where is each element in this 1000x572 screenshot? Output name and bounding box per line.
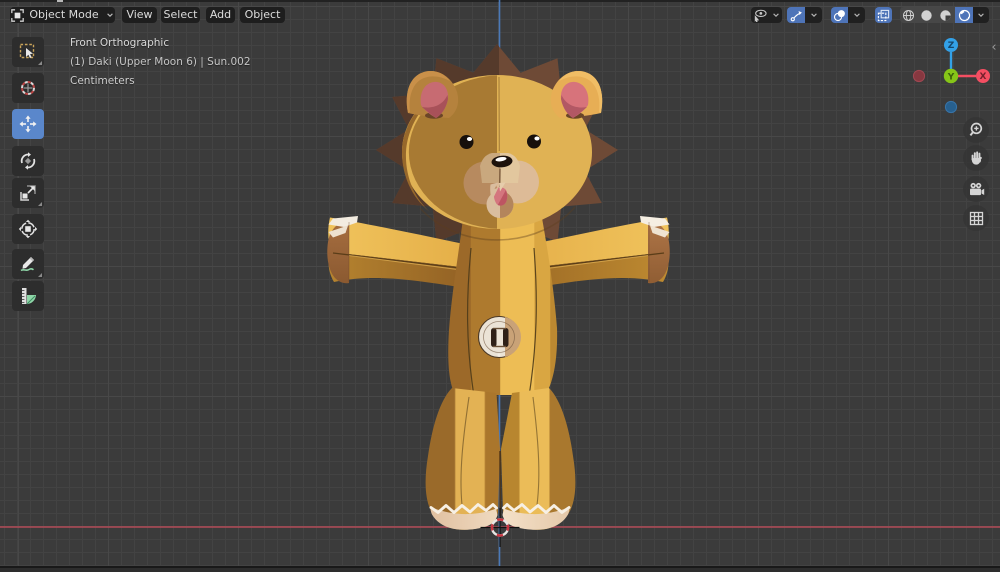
transform-tool-icon [18,219,38,238]
chevron-down-icon [772,13,779,17]
zoom-button[interactable] [963,117,989,143]
grid-icon [969,211,983,225]
mode-selector-label: Object Mode [29,8,99,21]
tool-annotate[interactable] [12,249,44,279]
camera-view-button[interactable] [963,176,989,202]
annotate-tool-icon [20,257,34,272]
blender-window: Object Mode View Select Add Object Front… [0,0,1000,572]
chevron-down-icon [810,13,817,17]
shading-mode-group [900,7,989,23]
viewport-active-object: (1) Daki (Upper Moon 6) | Sun.002 [70,56,251,68]
xray-icon [877,9,890,21]
shading-dropdown[interactable] [973,7,989,23]
eye-pointer-icon [754,9,767,22]
menu-add[interactable]: Add [206,7,235,23]
xray-toggle[interactable] [875,7,892,23]
gizmo-z-label: Z [948,41,955,51]
tool-select-box[interactable] [12,37,44,67]
viewport-units: Centimeters [70,75,135,87]
gizmo-icon [790,10,802,21]
object-mode-icon [11,8,25,22]
tool-measure[interactable] [12,281,44,311]
shading-material-button[interactable] [936,7,955,23]
sidebar-collapse-arrow[interactable]: ‹ [988,39,1000,57]
menu-select-label: Select [163,8,198,21]
rendered-shading-icon [958,9,970,21]
tool-move[interactable] [12,108,44,139]
timeline-editor-edge[interactable] [0,568,1000,572]
move-tool-icon [19,115,37,132]
gizmo-y-label: Y [947,72,955,82]
top-edge-artifact [57,0,63,2]
camera-icon [969,182,984,195]
scale-tool-icon [20,185,36,201]
menu-object-label: Object [244,8,281,21]
tool-scale[interactable] [12,178,44,208]
hand-icon [971,151,982,165]
menu-object[interactable]: Object [240,7,285,23]
gizmo-x-label: X [980,72,987,82]
perspective-toggle-button[interactable] [963,205,989,231]
zoom-icon [969,122,983,137]
measure-tool-icon [22,288,36,305]
chevron-down-icon [106,13,113,17]
visibility-control[interactable] [751,7,782,23]
gizmo-axis-z-neg[interactable] [944,100,958,114]
pan-button[interactable] [963,145,989,171]
top-editor-border [0,0,1000,2]
gizmo-axis-x-neg[interactable] [912,69,926,83]
tool-rotate[interactable] [12,146,44,176]
menu-view[interactable]: View [122,7,157,23]
menu-select[interactable]: Select [161,7,200,23]
tool-transform[interactable] [12,213,44,244]
viewport-3d[interactable] [0,0,1000,572]
cursor-tool-icon [21,80,35,95]
rotate-tool-icon [20,152,36,170]
chevron-down-icon [978,13,984,17]
solid-shading-icon [921,9,932,21]
material-preview-icon [940,9,951,21]
menu-add-label: Add [209,8,232,21]
wireframe-icon [902,9,915,21]
shading-solid-button[interactable] [917,7,936,23]
navigation-gizmo[interactable]: Z X Y [906,31,996,121]
mode-selector[interactable]: Object Mode [10,7,115,23]
tool-cursor[interactable] [12,72,44,103]
chevron-down-icon [853,13,860,17]
shading-wireframe-button[interactable] [900,7,917,23]
shading-rendered-button[interactable] [955,7,973,23]
overlays-toggle[interactable] [831,7,865,23]
menu-view-label: View [126,8,153,21]
select-box-icon [19,43,35,59]
overlays-icon [833,9,845,21]
gizmos-toggle[interactable] [787,7,822,23]
viewport-view-name: Front Orthographic [70,37,170,49]
